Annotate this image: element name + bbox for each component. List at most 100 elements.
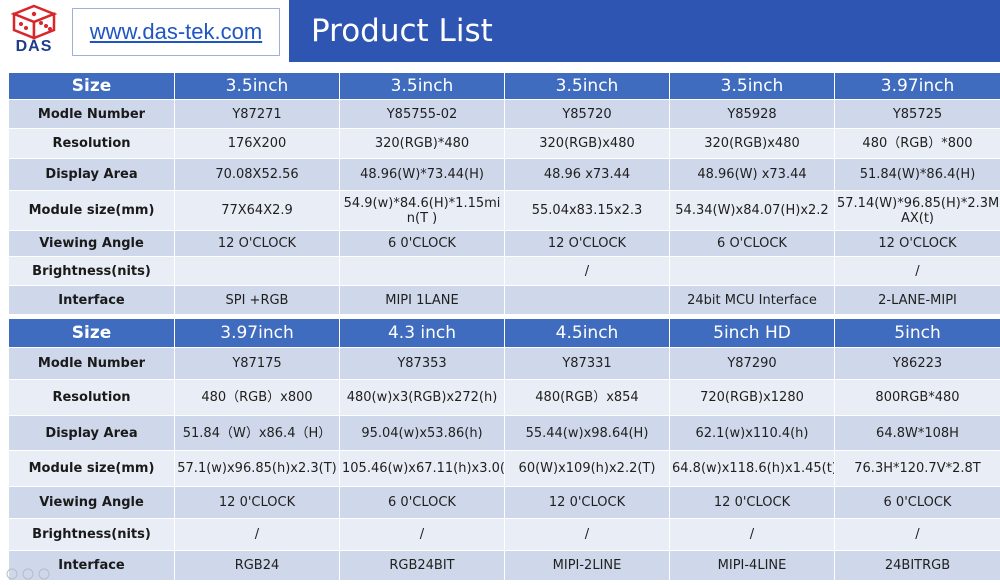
table-cell: Y87271	[174, 99, 340, 129]
table-cell: 6 0'CLOCK	[834, 486, 1000, 519]
size-header-row: Size 3.5inch 3.5inch 3.5inch 3.5inch 3.9…	[8, 72, 1000, 100]
table-cell: 6 O'CLOCK	[669, 230, 835, 257]
table-cell: 320(RGB)*480	[339, 128, 505, 159]
table-cell: 24BITRGB	[834, 550, 1000, 581]
table-cell: Y87331	[504, 347, 670, 380]
table-cell: 24bit MCU Interface	[669, 285, 835, 315]
table-cell: /	[669, 518, 835, 551]
row-label: Interface	[8, 285, 175, 315]
table-cell: 480（RGB）*800	[834, 128, 1000, 159]
table-cell: 480（RGB）x800	[174, 379, 340, 416]
table-cell: 55.04x83.15x2.3	[504, 190, 670, 231]
watermark-icon	[6, 568, 50, 580]
table-cell: 720(RGB)x1280	[669, 379, 835, 416]
table-cell: Y87175	[174, 347, 340, 380]
table-cell: 51.84（W）x86.4（H）	[174, 415, 340, 451]
table-cell: 60(W)x109(h)x2.2(T)	[504, 450, 670, 487]
table-cell: Y87353	[339, 347, 505, 380]
row-label: Module size(mm)	[8, 190, 175, 231]
table-cell: 12 0'CLOCK	[504, 486, 670, 519]
table-cell: 12 0'CLOCK	[174, 486, 340, 519]
table-row: Brightness(nits) / /	[8, 256, 1000, 286]
table-cell	[669, 256, 835, 286]
table-cell: 48.96(W)*73.44(H)	[339, 158, 505, 191]
table-cell: 62.1(w)x110.4(h)	[669, 415, 835, 451]
logo-text: DAS	[15, 38, 53, 55]
table-cell	[504, 285, 670, 315]
size-header-cell: 3.5inch	[669, 72, 835, 100]
table-cell	[339, 256, 505, 286]
table-cell: 51.84(W)*86.4(H)	[834, 158, 1000, 191]
cube-logo-icon	[10, 4, 58, 40]
size-header-cell: 3.5inch	[339, 72, 505, 100]
row-label: Resolution	[8, 128, 175, 159]
table-cell: 6 0'CLOCK	[339, 486, 505, 519]
row-label: Modle Number	[8, 99, 175, 129]
table-cell: 480(RGB）x854	[504, 379, 670, 416]
table-row: Module size(mm) 57.1(w)x96.85(h)x2.3(T) …	[8, 450, 1000, 487]
size-header-cell: 3.97inch	[834, 72, 1000, 100]
size-header-cell: 5inch	[834, 318, 1000, 348]
size-header-row: Size 3.97inch 4.3 inch 4.5inch 5inch HD …	[8, 318, 1000, 348]
size-header-cell: 3.5inch	[504, 72, 670, 100]
table-row: Brightness(nits) / / / / /	[8, 518, 1000, 551]
table-cell: 320(RGB)x480	[669, 128, 835, 159]
table-cell: 12 O'CLOCK	[174, 230, 340, 257]
row-label: Brightness(nits)	[8, 256, 175, 286]
table-cell: 64.8(w)x118.6(h)x1.45(t)	[669, 450, 835, 487]
das-logo: DAS	[0, 0, 66, 62]
table-cell: 77X64X2.9	[174, 190, 340, 231]
table-cell: 12 O'CLOCK	[504, 230, 670, 257]
website-link[interactable]: www.das-tek.com	[73, 9, 279, 55]
table-cell: RGB24BIT	[339, 550, 505, 581]
row-label: Display Area	[8, 415, 175, 451]
row-label: Display Area	[8, 158, 175, 191]
table-cell: /	[339, 518, 505, 551]
table-cell: 70.08X52.56	[174, 158, 340, 191]
table-cell: Y85725	[834, 99, 1000, 129]
table-cell: Y85720	[504, 99, 670, 129]
table-row: Interface RGB24 RGB24BIT MIPI-2LINE MIPI…	[8, 550, 1000, 581]
table-cell: MIPI-2LINE	[504, 550, 670, 581]
table-cell: Y85755-02	[339, 99, 505, 129]
size-header-cell: 4.5inch	[504, 318, 670, 348]
table-row: Resolution 176X200 320(RGB)*480 320(RGB)…	[8, 128, 1000, 159]
row-label: Viewing Angle	[8, 230, 175, 257]
table-cell: 95.04(w)x53.86(h)	[339, 415, 505, 451]
table-cell: 105.46(w)x67.11(h)x3.0(t)	[339, 450, 505, 487]
table-cell: SPI +RGB	[174, 285, 340, 315]
row-label: Module size(mm)	[8, 450, 175, 487]
website-link-box[interactable]: www.das-tek.com	[72, 8, 280, 56]
table-cell: MIPI 1LANE	[339, 285, 505, 315]
page-title: Product List	[311, 13, 493, 49]
size-header-cell: 3.5inch	[174, 72, 340, 100]
table-cell: MIPI-4LINE	[669, 550, 835, 581]
row-label: Resolution	[8, 379, 175, 416]
size-header-label: Size	[8, 72, 175, 100]
table-cell: /	[834, 518, 1000, 551]
product-table-1: Size 3.5inch 3.5inch 3.5inch 3.5inch 3.9…	[8, 72, 1000, 315]
table-row: Modle Number Y87271 Y85755-02 Y85720 Y85…	[8, 99, 1000, 129]
table-cell: 55.44(w)x98.64(H)	[504, 415, 670, 451]
table-cell: /	[174, 518, 340, 551]
table-cell: RGB24	[174, 550, 340, 581]
product-table-2: Size 3.97inch 4.3 inch 4.5inch 5inch HD …	[8, 318, 1000, 581]
header: DAS www.das-tek.com Product List	[0, 0, 1000, 62]
table-row: Modle Number Y87175 Y87353 Y87331 Y87290…	[8, 347, 1000, 380]
table-cell: 12 O'CLOCK	[834, 230, 1000, 257]
table-cell: 57.14(W)*96.85(H)*2.3M AX(t)	[834, 190, 1000, 231]
table-cell: 57.1(w)x96.85(h)x2.3(T)	[174, 450, 340, 487]
table-cell: 320(RGB)x480	[504, 128, 670, 159]
table-row: Module size(mm) 77X64X2.9 54.9(w)*84.6(H…	[8, 190, 1000, 231]
row-label: Brightness(nits)	[8, 518, 175, 551]
table-cell: 54.9(w)*84.6(H)*1.15mi n(T )	[339, 190, 505, 231]
table-cell: 800RGB*480	[834, 379, 1000, 416]
table-row: Display Area 70.08X52.56 48.96(W)*73.44(…	[8, 158, 1000, 191]
size-header-cell: 5inch HD	[669, 318, 835, 348]
row-label: Modle Number	[8, 347, 175, 380]
table-cell	[174, 256, 340, 286]
table-cell: 12 0'CLOCK	[669, 486, 835, 519]
table-cell: 480(w)x3(RGB)x272(h)	[339, 379, 505, 416]
table-cell: 48.96(W) x73.44	[669, 158, 835, 191]
table-cell: /	[504, 256, 670, 286]
